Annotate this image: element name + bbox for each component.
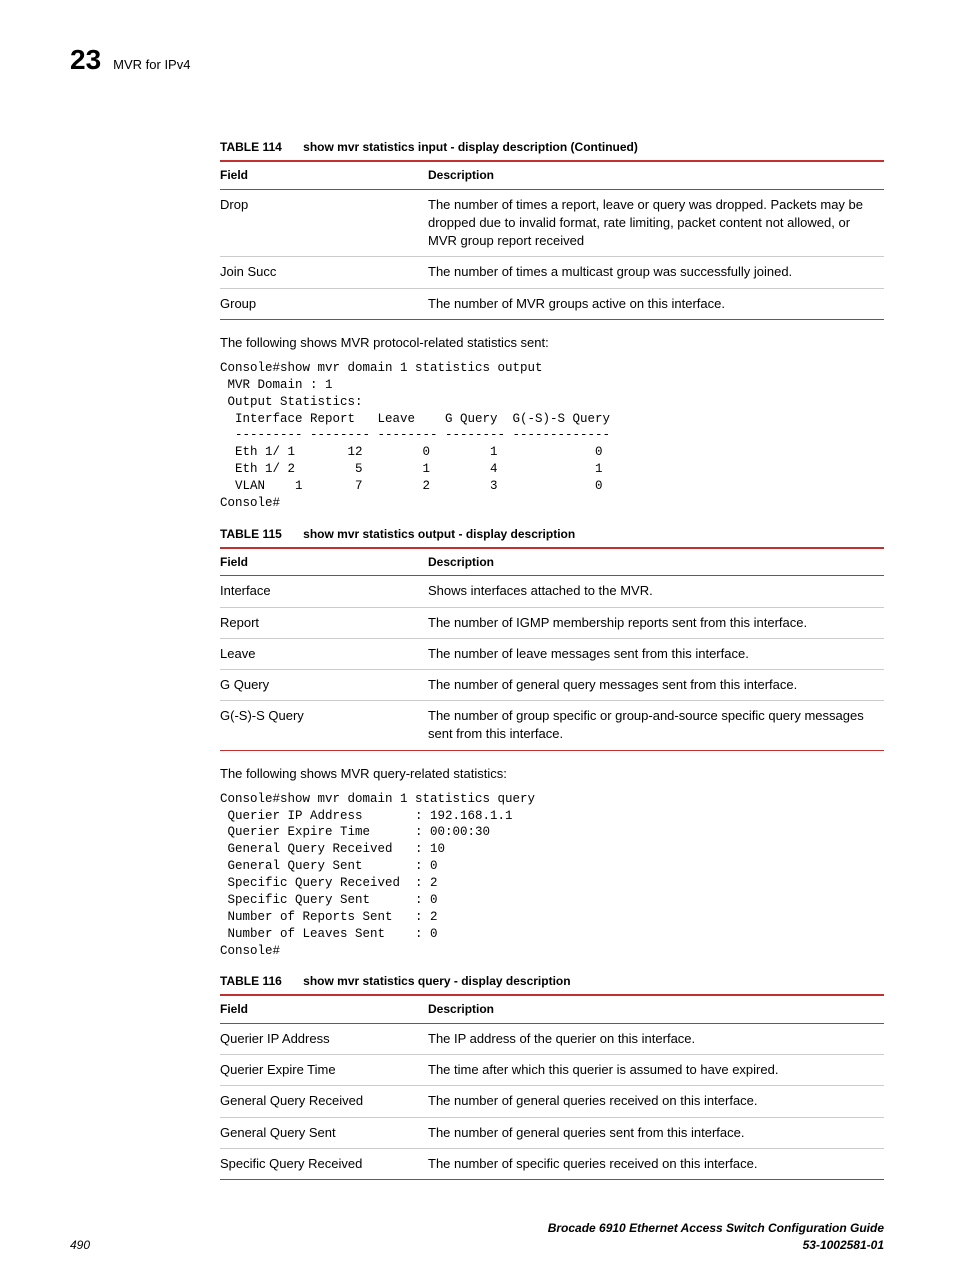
desc-cell: The number of general query messages sen… xyxy=(428,669,884,700)
desc-cell: The IP address of the querier on this in… xyxy=(428,1024,884,1055)
console-output: Console#show mvr domain 1 statistics que… xyxy=(220,791,884,960)
table115-title: show mvr statistics output - display des… xyxy=(303,527,575,541)
table114-head-desc: Description xyxy=(428,161,884,189)
table115-label: TABLE 115 xyxy=(220,527,282,541)
field-cell: G Query xyxy=(220,669,428,700)
main-content: TABLE 114 show mvr statistics input - di… xyxy=(220,139,884,1180)
table116-head-field: Field xyxy=(220,995,428,1023)
field-cell: Specific Query Received xyxy=(220,1148,428,1179)
field-cell: Querier Expire Time xyxy=(220,1055,428,1086)
table114-title: show mvr statistics input - display desc… xyxy=(303,140,638,154)
field-cell: General Query Sent xyxy=(220,1117,428,1148)
table-row: Report The number of IGMP membership rep… xyxy=(220,607,884,638)
page-header: 23 MVR for IPv4 xyxy=(70,40,884,79)
table116: Field Description Querier IP Address The… xyxy=(220,994,884,1180)
field-cell: Querier IP Address xyxy=(220,1024,428,1055)
table-row: General Query Received The number of gen… xyxy=(220,1086,884,1117)
table-row: Group The number of MVR groups active on… xyxy=(220,288,884,319)
table114-label: TABLE 114 xyxy=(220,140,282,154)
desc-cell: The number of general queries received o… xyxy=(428,1086,884,1117)
console-output: Console#show mvr domain 1 statistics out… xyxy=(220,360,884,512)
page-footer: 490 Brocade 6910 Ethernet Access Switch … xyxy=(70,1220,884,1254)
desc-cell: The number of times a report, leave or q… xyxy=(428,189,884,257)
table114: Field Description Drop The number of tim… xyxy=(220,160,884,320)
table-row: Interface Shows interfaces attached to t… xyxy=(220,576,884,607)
doc-number: 53-1002581-01 xyxy=(803,1238,884,1252)
desc-cell: The time after which this querier is ass… xyxy=(428,1055,884,1086)
table-row: Querier IP Address The IP address of the… xyxy=(220,1024,884,1055)
table116-head-desc: Description xyxy=(428,995,884,1023)
field-cell: Drop xyxy=(220,189,428,257)
field-cell: General Query Received xyxy=(220,1086,428,1117)
field-cell: Join Succ xyxy=(220,257,428,288)
table116-label: TABLE 116 xyxy=(220,974,282,988)
table116-caption: TABLE 116 show mvr statistics query - di… xyxy=(220,973,884,990)
footer-right: Brocade 6910 Ethernet Access Switch Conf… xyxy=(548,1220,884,1254)
table-row: Specific Query Received The number of sp… xyxy=(220,1148,884,1179)
chapter-number: 23 xyxy=(70,40,101,79)
paragraph: The following shows MVR protocol-related… xyxy=(220,334,884,352)
chapter-title: MVR for IPv4 xyxy=(113,56,190,74)
desc-cell: The number of specific queries received … xyxy=(428,1148,884,1179)
table115-head-field: Field xyxy=(220,548,428,576)
desc-cell: The number of IGMP membership reports se… xyxy=(428,607,884,638)
table-row: Leave The number of leave messages sent … xyxy=(220,638,884,669)
table114-head-field: Field xyxy=(220,161,428,189)
page-number: 490 xyxy=(70,1237,90,1254)
field-cell: Report xyxy=(220,607,428,638)
table-row: Join Succ The number of times a multicas… xyxy=(220,257,884,288)
field-cell: Leave xyxy=(220,638,428,669)
table-row: Drop The number of times a report, leave… xyxy=(220,189,884,257)
table114-caption: TABLE 114 show mvr statistics input - di… xyxy=(220,139,884,156)
field-cell: Interface xyxy=(220,576,428,607)
field-cell: G(-S)-S Query xyxy=(220,701,428,750)
desc-cell: The number of group specific or group-an… xyxy=(428,701,884,750)
table-row: G Query The number of general query mess… xyxy=(220,669,884,700)
field-cell: Group xyxy=(220,288,428,319)
desc-cell: The number of general queries sent from … xyxy=(428,1117,884,1148)
desc-cell: Shows interfaces attached to the MVR. xyxy=(428,576,884,607)
table-row: General Query Sent The number of general… xyxy=(220,1117,884,1148)
table115-caption: TABLE 115 show mvr statistics output - d… xyxy=(220,526,884,543)
desc-cell: The number of leave messages sent from t… xyxy=(428,638,884,669)
table-row: Querier Expire Time The time after which… xyxy=(220,1055,884,1086)
table116-title: show mvr statistics query - display desc… xyxy=(303,974,570,988)
table-row: G(-S)-S Query The number of group specif… xyxy=(220,701,884,750)
book-title: Brocade 6910 Ethernet Access Switch Conf… xyxy=(548,1221,884,1235)
paragraph: The following shows MVR query-related st… xyxy=(220,765,884,783)
table115-head-desc: Description xyxy=(428,548,884,576)
desc-cell: The number of MVR groups active on this … xyxy=(428,288,884,319)
desc-cell: The number of times a multicast group wa… xyxy=(428,257,884,288)
table115: Field Description Interface Shows interf… xyxy=(220,547,884,751)
